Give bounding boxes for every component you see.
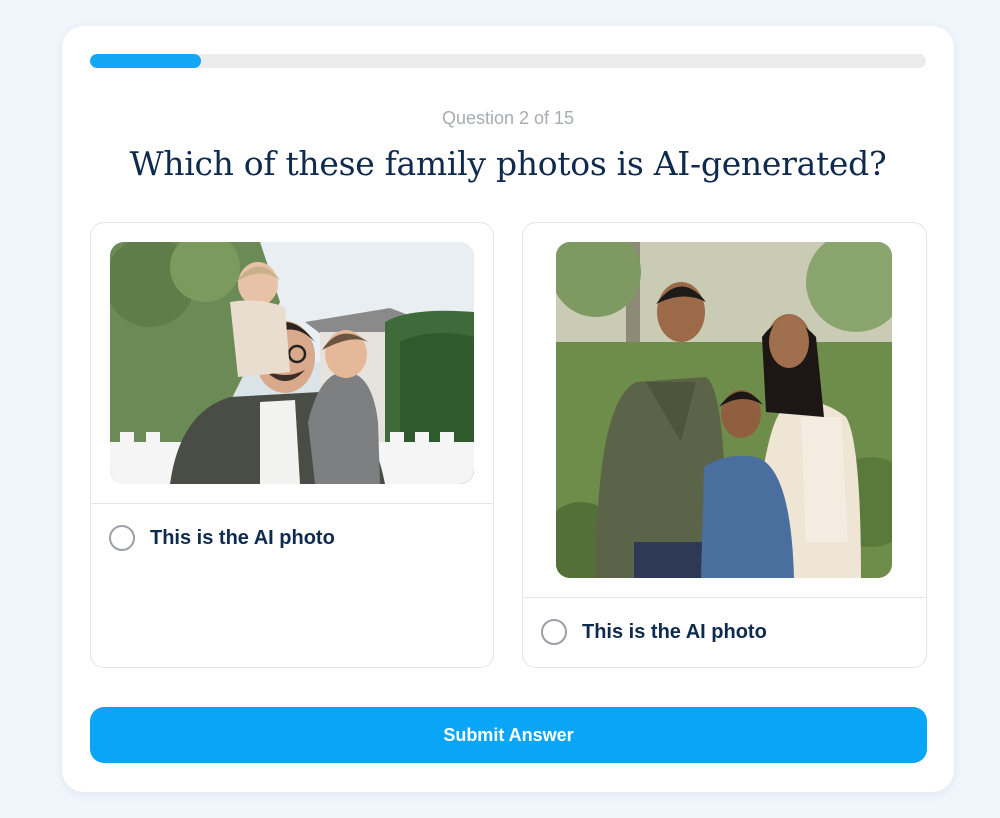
question-title: Which of these family photos is AI-gener… bbox=[129, 144, 887, 183]
question-counter: Question 2 of 15 bbox=[441, 108, 575, 128]
family-photo-2[interactable] bbox=[556, 242, 892, 578]
option-divider bbox=[91, 503, 493, 504]
radio-button-1[interactable] bbox=[109, 525, 135, 551]
answer-choice-2[interactable]: This is the AI photo bbox=[541, 619, 767, 645]
progress-bar bbox=[90, 54, 926, 68]
answer-option-1[interactable]: This is the AI photo bbox=[90, 222, 494, 668]
answer-choice-1[interactable]: This is the AI photo bbox=[109, 525, 335, 551]
submit-answer-button[interactable]: Submit Answer bbox=[90, 707, 927, 763]
answer-label-2: This is the AI photo bbox=[582, 620, 767, 643]
answer-label-1: This is the AI photo bbox=[150, 526, 335, 549]
quiz-card: Question 2 of 15 Which of these family p… bbox=[62, 26, 954, 792]
radio-button-2[interactable] bbox=[541, 619, 567, 645]
family-photo-1[interactable] bbox=[110, 242, 474, 484]
answer-option-2[interactable]: This is the AI photo bbox=[522, 222, 927, 668]
option-divider bbox=[523, 597, 926, 598]
progress-fill bbox=[90, 54, 202, 68]
